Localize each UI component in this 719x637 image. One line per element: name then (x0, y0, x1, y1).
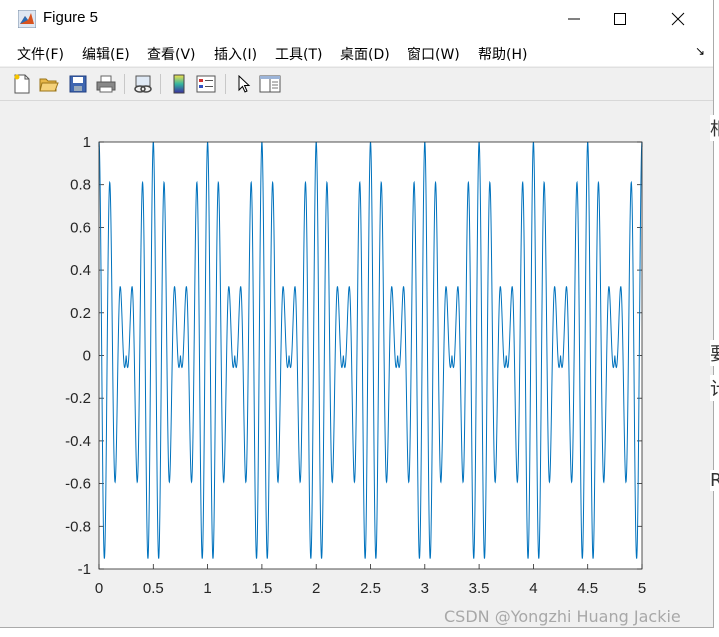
y-tick-label: 0.4 (70, 262, 91, 279)
link-plot-icon (134, 75, 152, 93)
y-tick-label: -0.2 (65, 390, 91, 407)
x-tick-label: 0 (95, 580, 103, 597)
figure-window: Figure 5 文件(F) 编辑(E) 查看(V) 插入(I) 工具(T) 桌… (0, 0, 714, 628)
insert-legend-button[interactable] (195, 73, 217, 95)
minimize-icon (568, 18, 580, 20)
matlab-icon (18, 10, 36, 28)
print-icon (96, 75, 116, 93)
y-tick-label: 0 (83, 348, 91, 365)
new-figure-button[interactable] (11, 73, 33, 95)
print-button[interactable] (95, 73, 117, 95)
minimize-button[interactable] (551, 0, 597, 38)
x-tick-label: 3.5 (469, 580, 490, 597)
window-title: Figure 5 (43, 9, 99, 26)
open-file-button[interactable] (38, 73, 60, 95)
menu-overflow-icon[interactable]: ↘ (695, 44, 705, 58)
x-tick-label: 3 (421, 580, 429, 597)
y-tick-label: 1 (83, 134, 91, 151)
x-tick-label: 1 (203, 580, 211, 597)
x-tick-label: 5 (638, 580, 646, 597)
menu-insert[interactable]: 插入(I) (214, 44, 257, 64)
menu-help[interactable]: 帮助(H) (478, 44, 527, 64)
menu-window[interactable]: 窗口(W) (407, 44, 460, 64)
toolbar-separator (225, 74, 226, 94)
link-plot-button[interactable] (132, 73, 154, 95)
edit-plot-arrow-icon (238, 75, 251, 93)
x-tick-label: 2.5 (360, 580, 381, 597)
new-figure-icon (14, 74, 30, 94)
menu-file[interactable]: 文件(F) (17, 44, 64, 64)
insert-colorbar-button[interactable] (168, 73, 190, 95)
x-tick-label: 1.5 (251, 580, 272, 597)
toolbar-separator (160, 74, 161, 94)
property-inspector-icon (259, 75, 281, 93)
x-tick-label: 2 (312, 580, 320, 597)
title-bar: Figure 5 (0, 0, 713, 38)
toolbar-separator (124, 74, 125, 94)
figure-canvas: 0 0.5 1 1.5 2 2.5 3 3.5 4 4.5 5 1 0.8 0.6 0.4 0.2 0 -0.2 -… (65, 134, 646, 597)
save-icon (69, 75, 87, 93)
close-icon (671, 12, 685, 26)
background-text-fragment: 相关 (710, 115, 719, 141)
menu-bar: 文件(F) 编辑(E) 查看(V) 插入(I) 工具(T) 桌面(D) 窗口(W… (0, 38, 713, 66)
property-inspector-button[interactable] (259, 73, 281, 95)
menu-view[interactable]: 查看(V) (147, 44, 196, 64)
close-button[interactable] (655, 0, 701, 38)
background-text-fragment: 计 (710, 375, 719, 401)
y-tick-label: -0.6 (65, 476, 91, 493)
maximize-icon (614, 13, 626, 25)
menu-tools[interactable]: 工具(T) (275, 44, 322, 64)
y-tick-label: 0.8 (70, 177, 91, 194)
y-tick-label: -0.4 (65, 433, 91, 450)
menu-edit[interactable]: 编辑(E) (82, 44, 130, 64)
insert-legend-icon (196, 75, 216, 93)
edit-plot-button[interactable] (233, 73, 255, 95)
x-tick-label: 4 (529, 580, 537, 597)
maximize-button[interactable] (597, 0, 643, 38)
open-file-icon (39, 78, 59, 92)
x-tick-label: 4.5 (577, 580, 598, 597)
save-button[interactable] (67, 73, 89, 95)
y-tick-label: 0.6 (70, 219, 91, 236)
menu-desktop[interactable]: 桌面(D) (340, 44, 390, 64)
y-tick-label: -0.8 (65, 518, 91, 535)
figure-toolbar (0, 67, 713, 101)
y-tick-label: -1 (78, 561, 91, 578)
background-text-fragment: 要 (710, 340, 719, 366)
insert-colorbar-icon (173, 74, 185, 94)
background-text-fragment: Ra (710, 470, 719, 491)
watermark: CSDN @Yongzhi Huang Jackie (444, 607, 681, 626)
x-tick-label: 0.5 (143, 580, 164, 597)
y-tick-label: 0.2 (70, 305, 91, 322)
